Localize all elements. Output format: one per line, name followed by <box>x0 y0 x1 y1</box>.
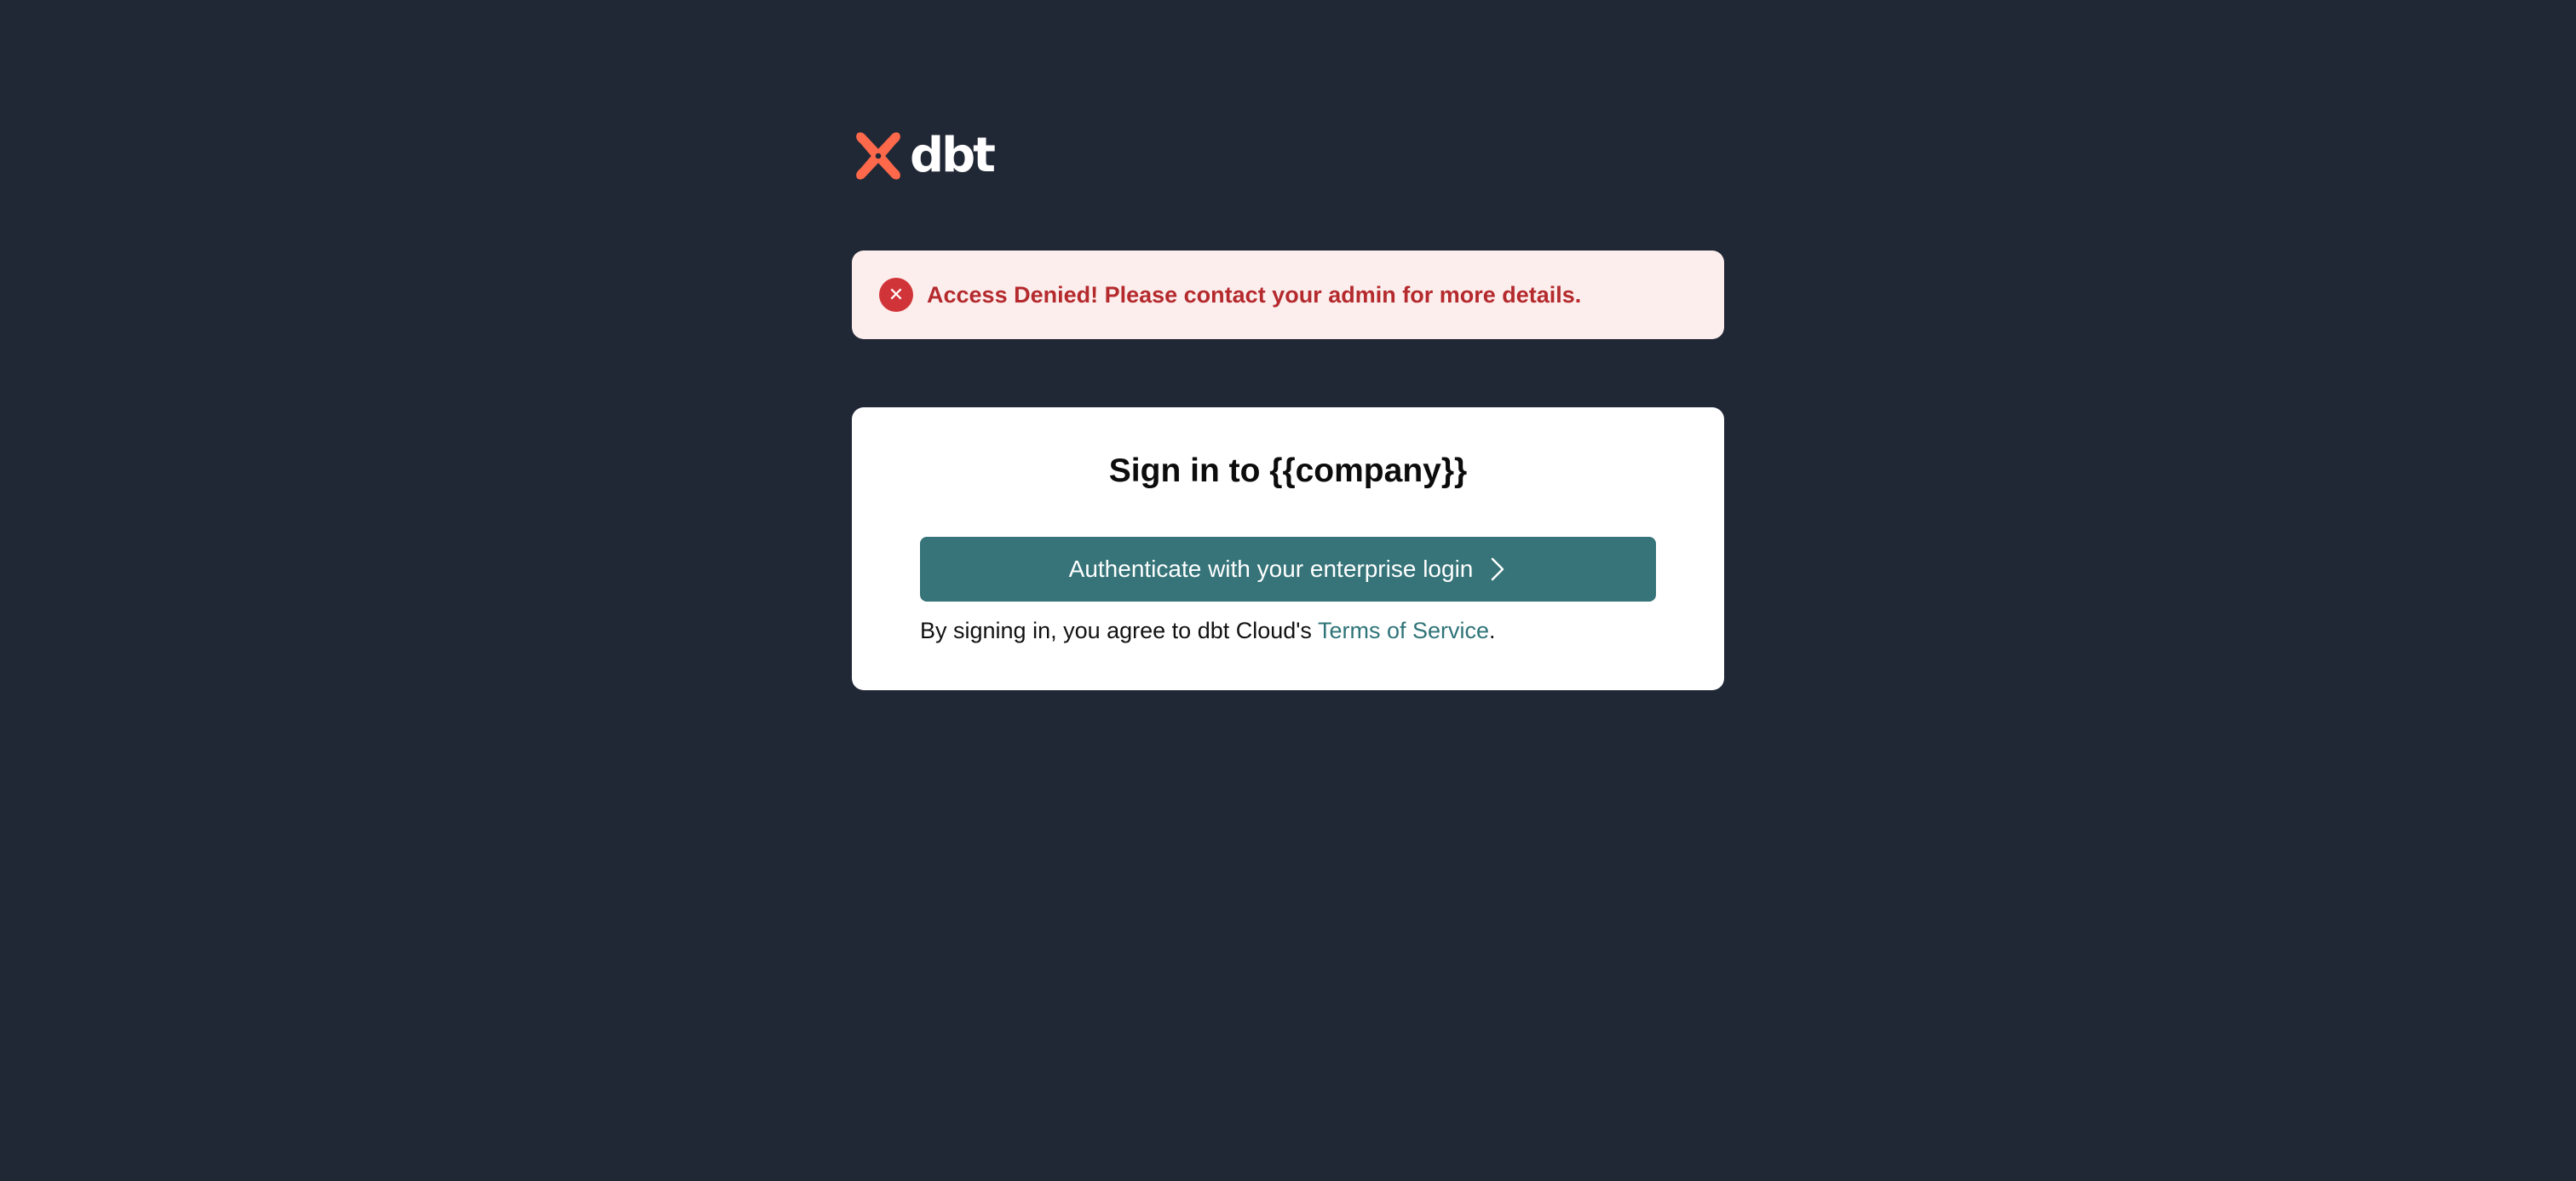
terms-prefix: By signing in, you agree to dbt Cloud's <box>920 618 1318 643</box>
dbt-logo-icon <box>856 132 900 180</box>
terms-of-service-link[interactable]: Terms of Service <box>1318 618 1489 643</box>
terms-suffix: . <box>1489 618 1496 643</box>
error-x-icon: ✕ <box>879 278 913 312</box>
access-denied-alert: ✕ Access Denied! Please contact your adm… <box>852 251 1724 339</box>
signin-card: Sign in to {{company}} Authenticate with… <box>852 407 1724 690</box>
brand-name: dbt <box>910 128 996 183</box>
enterprise-login-button[interactable]: Authenticate with your enterprise login <box>920 537 1656 602</box>
signin-title: Sign in to {{company}} <box>1108 452 1468 489</box>
terms-notice: By signing in, you agree to dbt Cloud's … <box>920 615 1496 648</box>
enterprise-login-button-label: Authenticate with your enterprise login <box>1068 556 1474 582</box>
alert-message: Access Denied! Please contact your admin… <box>927 281 1582 308</box>
chevron-right-icon <box>1492 557 1504 581</box>
dbt-logo: dbt <box>852 128 996 184</box>
